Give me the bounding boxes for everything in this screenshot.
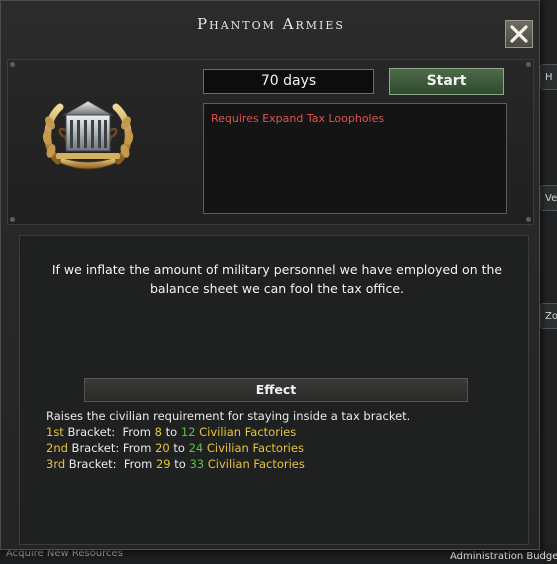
effect-list: Raises the civilian requirement for stay… bbox=[46, 408, 410, 472]
bracket-from-value: 20 bbox=[155, 441, 170, 455]
bracket-from-label: From bbox=[116, 457, 156, 471]
requirements-box: Requires Expand Tax Loopholes bbox=[203, 103, 507, 214]
duration-display: 70 days bbox=[203, 69, 374, 94]
bracket-unit: Civilian Factories bbox=[195, 425, 297, 439]
bracket-unit: Civilian Factories bbox=[203, 441, 304, 455]
bracket-to-label: to bbox=[170, 457, 190, 471]
bracket-label: Bracket: bbox=[65, 457, 117, 471]
rivet bbox=[526, 217, 531, 222]
rivet bbox=[526, 62, 531, 67]
bracket-to-value: 24 bbox=[188, 441, 204, 455]
bracket-from-label: From bbox=[119, 441, 156, 455]
decision-description: If we inflate the amount of military per… bbox=[51, 262, 503, 296]
bracket-ordinal: 1st bbox=[46, 425, 64, 439]
bracket-line-3: 3rd Bracket: From 29 to 33 Civilian Fact… bbox=[46, 456, 410, 472]
bracket-line-2: 2nd Bracket: From 20 to 24 Civilian Fact… bbox=[46, 440, 410, 456]
bracket-to-value: 33 bbox=[189, 457, 205, 471]
bracket-from-value: 29 bbox=[155, 457, 171, 471]
window-title: Phantom Armies bbox=[197, 15, 345, 33]
close-button[interactable] bbox=[505, 20, 533, 48]
bracket-to-value: 12 bbox=[180, 425, 196, 439]
background-chip-1[interactable]: H bbox=[540, 64, 557, 90]
bracket-line-1: 1st Bracket: From 8 to 12 Civilian Facto… bbox=[46, 424, 410, 440]
bracket-ordinal: 2nd bbox=[46, 441, 68, 455]
bracket-to-label: to bbox=[161, 425, 181, 439]
bracket-to-label: to bbox=[169, 441, 189, 455]
bracket-from-value: 8 bbox=[154, 425, 162, 439]
background-chip-3[interactable]: Zon bbox=[540, 303, 557, 329]
close-icon bbox=[510, 25, 528, 43]
requirement-text: Requires Expand Tax Loopholes bbox=[211, 112, 385, 125]
rivet bbox=[10, 217, 15, 222]
background-bottom-right-label[interactable]: Administration Budget bbox=[450, 551, 557, 562]
rivet bbox=[10, 62, 15, 67]
effect-header: Effect bbox=[84, 378, 468, 402]
bracket-unit: Civilian Factories bbox=[204, 457, 305, 471]
bracket-from-label: From bbox=[115, 425, 155, 439]
effect-intro: Raises the civilian requirement for stay… bbox=[46, 409, 411, 423]
background-chip-2[interactable]: Ve bbox=[540, 185, 557, 211]
bracket-label: Bracket: bbox=[63, 425, 116, 439]
start-button[interactable]: Start bbox=[389, 68, 504, 95]
bracket-ordinal: 3rd bbox=[46, 457, 66, 471]
bracket-label: Bracket: bbox=[67, 441, 120, 455]
decision-emblem-icon bbox=[42, 100, 134, 170]
